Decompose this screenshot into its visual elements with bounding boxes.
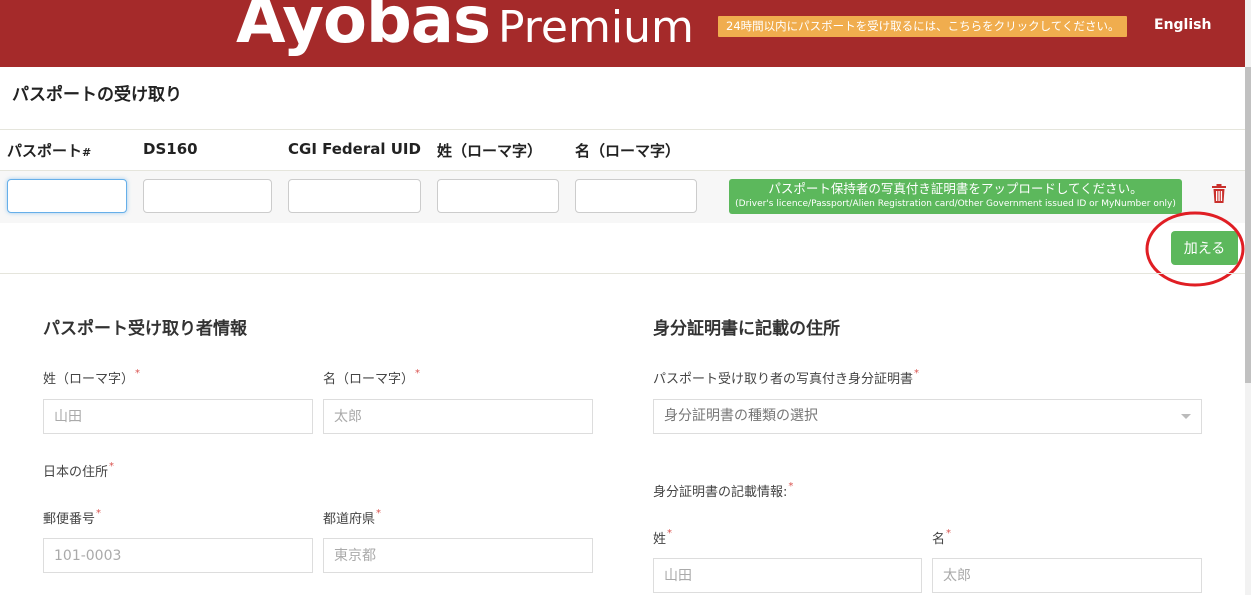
upload-button-label: パスポート保持者の写真付き証明書をアップロードしてください。 xyxy=(768,181,1143,196)
scrollbar-track[interactable] xyxy=(1245,0,1251,595)
recipient-first-name-input[interactable] xyxy=(323,399,593,434)
scrollbar-thumb[interactable] xyxy=(1245,67,1251,383)
japan-address-label: 日本の住所* xyxy=(43,461,114,480)
required-mark: * xyxy=(914,368,920,379)
site-header: Ayobas Premium 24時間以内にパスポートを受け取るには、こちらをクリ… xyxy=(0,0,1251,67)
col-cgi-uid: CGI Federal UID xyxy=(288,140,421,158)
page-title: パスポートの受け取り xyxy=(12,85,182,105)
required-mark: * xyxy=(109,461,115,472)
required-mark: * xyxy=(96,508,102,519)
passport-table-row: パスポート保持者の写真付き証明書をアップロードしてください。 (Driver's… xyxy=(0,171,1245,223)
section-divider xyxy=(0,273,1245,274)
recipient-section-title: パスポート受け取り者情報 xyxy=(43,319,247,339)
id-last-name-input[interactable] xyxy=(653,558,922,593)
id-info-label: 身分証明書の記載情報:* xyxy=(653,481,793,500)
prefecture-label: 都道府県* xyxy=(323,508,381,527)
label-text: パスポート受け取り者の写真付き身分証明書 xyxy=(653,372,914,387)
label-text: 都道府県 xyxy=(323,512,376,527)
col-first-name: 名（ローマ字） xyxy=(575,142,681,160)
prefecture-input[interactable] xyxy=(323,538,593,573)
passport-number-input[interactable] xyxy=(7,179,127,213)
required-mark: * xyxy=(415,368,421,379)
upload-photo-id-button[interactable]: パスポート保持者の写真付き証明書をアップロードしてください。 (Driver's… xyxy=(729,179,1182,214)
label-text: 名 xyxy=(932,532,946,547)
recipient-last-name-input[interactable] xyxy=(43,399,313,434)
id-last-name-label: 姓* xyxy=(653,528,672,547)
col-passport-suffix: # xyxy=(82,146,92,159)
required-mark: * xyxy=(376,508,382,519)
label-text: 郵便番号 xyxy=(43,512,96,527)
label-text: 身分証明書の記載情報: xyxy=(653,485,788,500)
logo-sub-text: Premium xyxy=(498,2,694,53)
col-last-name: 姓（ローマ字） xyxy=(437,142,543,160)
required-mark: * xyxy=(788,481,794,492)
id-address-section-title: 身分証明書に記載の住所 xyxy=(653,319,840,339)
label-text: 名（ローマ字） xyxy=(323,372,415,387)
holder-first-name-input[interactable] xyxy=(575,179,697,213)
col-passport: パスポート# xyxy=(7,140,91,161)
col-ds160: DS160 xyxy=(143,140,198,158)
upload-button-hint: (Driver's licence/Passport/Alien Registr… xyxy=(735,199,1176,209)
chevron-down-icon xyxy=(1181,414,1191,419)
required-mark: * xyxy=(667,528,673,539)
label-text: 姓（ローマ字） xyxy=(43,372,135,387)
ds160-input[interactable] xyxy=(143,179,272,213)
label-text: 姓 xyxy=(653,532,667,547)
required-mark: * xyxy=(946,528,952,539)
label-text: 日本の住所 xyxy=(43,465,109,480)
id-first-name-input[interactable] xyxy=(932,558,1202,593)
id-type-select[interactable]: 身分証明書の種類の選択 xyxy=(653,399,1202,434)
logo[interactable]: Ayobas Premium xyxy=(236,0,694,58)
id-first-name-label: 名* xyxy=(932,528,951,547)
recipient-last-name-label: 姓（ローマ字）* xyxy=(43,368,140,387)
add-passport-button[interactable]: 加える xyxy=(1171,231,1238,265)
logo-main-text: Ayobas xyxy=(236,0,491,58)
express-notice-link[interactable]: 24時間以内にパスポートを受け取るには、こちらをクリックしてください。 xyxy=(718,16,1128,37)
trash-icon[interactable] xyxy=(1211,184,1227,204)
photo-id-label: パスポート受け取り者の写真付き身分証明書* xyxy=(653,368,919,387)
cgi-uid-input[interactable] xyxy=(288,179,421,213)
required-mark: * xyxy=(135,368,141,379)
col-passport-label: パスポート xyxy=(7,142,83,160)
postal-code-input[interactable] xyxy=(43,538,313,573)
postal-code-label: 郵便番号* xyxy=(43,508,101,527)
language-switch-link[interactable]: English xyxy=(1154,17,1211,33)
recipient-first-name-label: 名（ローマ字）* xyxy=(323,368,420,387)
holder-last-name-input[interactable] xyxy=(437,179,559,213)
passport-table-header: パスポート# DS160 CGI Federal UID 姓（ローマ字） 名（ロ… xyxy=(0,129,1245,171)
id-type-selected-value: 身分証明書の種類の選択 xyxy=(664,408,818,424)
